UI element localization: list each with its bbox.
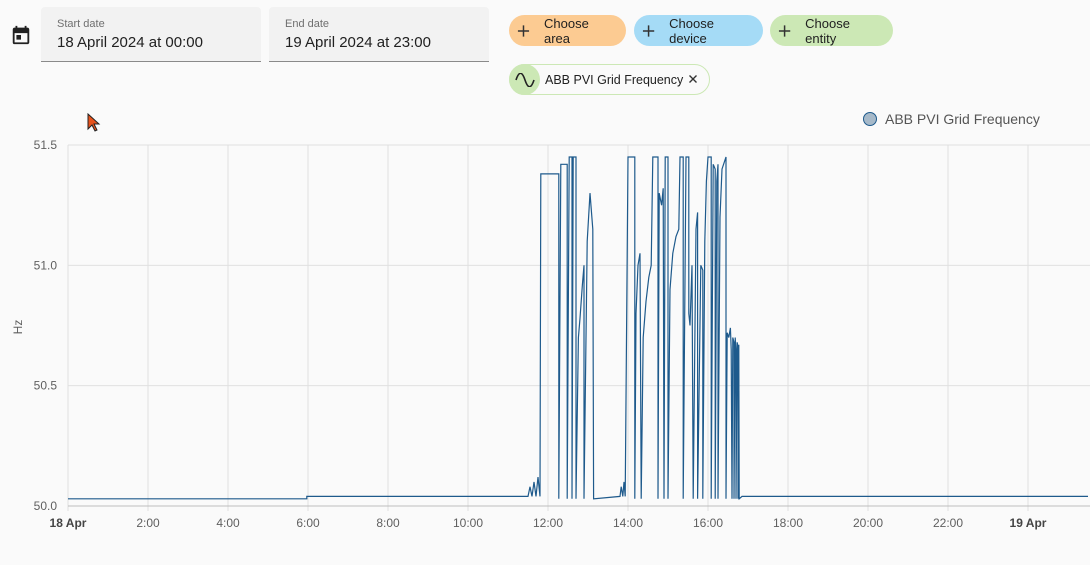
x-tick-label: 8:00 (376, 516, 400, 530)
y-tick-label: 51.0 (34, 258, 58, 272)
x-tick-label: 14:00 (613, 516, 643, 530)
x-tick-label: 22:00 (933, 516, 963, 530)
x-tick-label: 20:00 (853, 516, 883, 530)
y-tick-label: 51.5 (34, 138, 58, 152)
x-tick-label: 16:00 (693, 516, 723, 530)
y-axis-label: Hz (11, 320, 25, 335)
x-tick-label: 12:00 (533, 516, 563, 530)
x-tick-label: 2:00 (136, 516, 160, 530)
x-tick-label: 18:00 (773, 516, 803, 530)
x-tick-label: 18 Apr (50, 516, 87, 530)
x-tick-label: 19 Apr (1010, 516, 1047, 530)
y-axis-ticks: 51.5 51.0 50.5 50.0 (34, 138, 58, 513)
x-axis-ticks: 18 Apr 2:00 4:00 6:00 8:00 10:00 12:00 14:00 16:… (50, 516, 1047, 530)
y-tick-label: 50.0 (34, 499, 58, 513)
series-line-grid-frequency (68, 156, 1088, 501)
x-tick-label: 4:00 (216, 516, 240, 530)
x-tick-label: 6:00 (296, 516, 320, 530)
x-tick-label: 10:00 (453, 516, 483, 530)
history-chart: 51.551.050.550.0 18 Apr 2:00 4:00 6:00 8:00 1… (11, 138, 1090, 530)
y-tick-label: 50.5 (34, 379, 58, 393)
